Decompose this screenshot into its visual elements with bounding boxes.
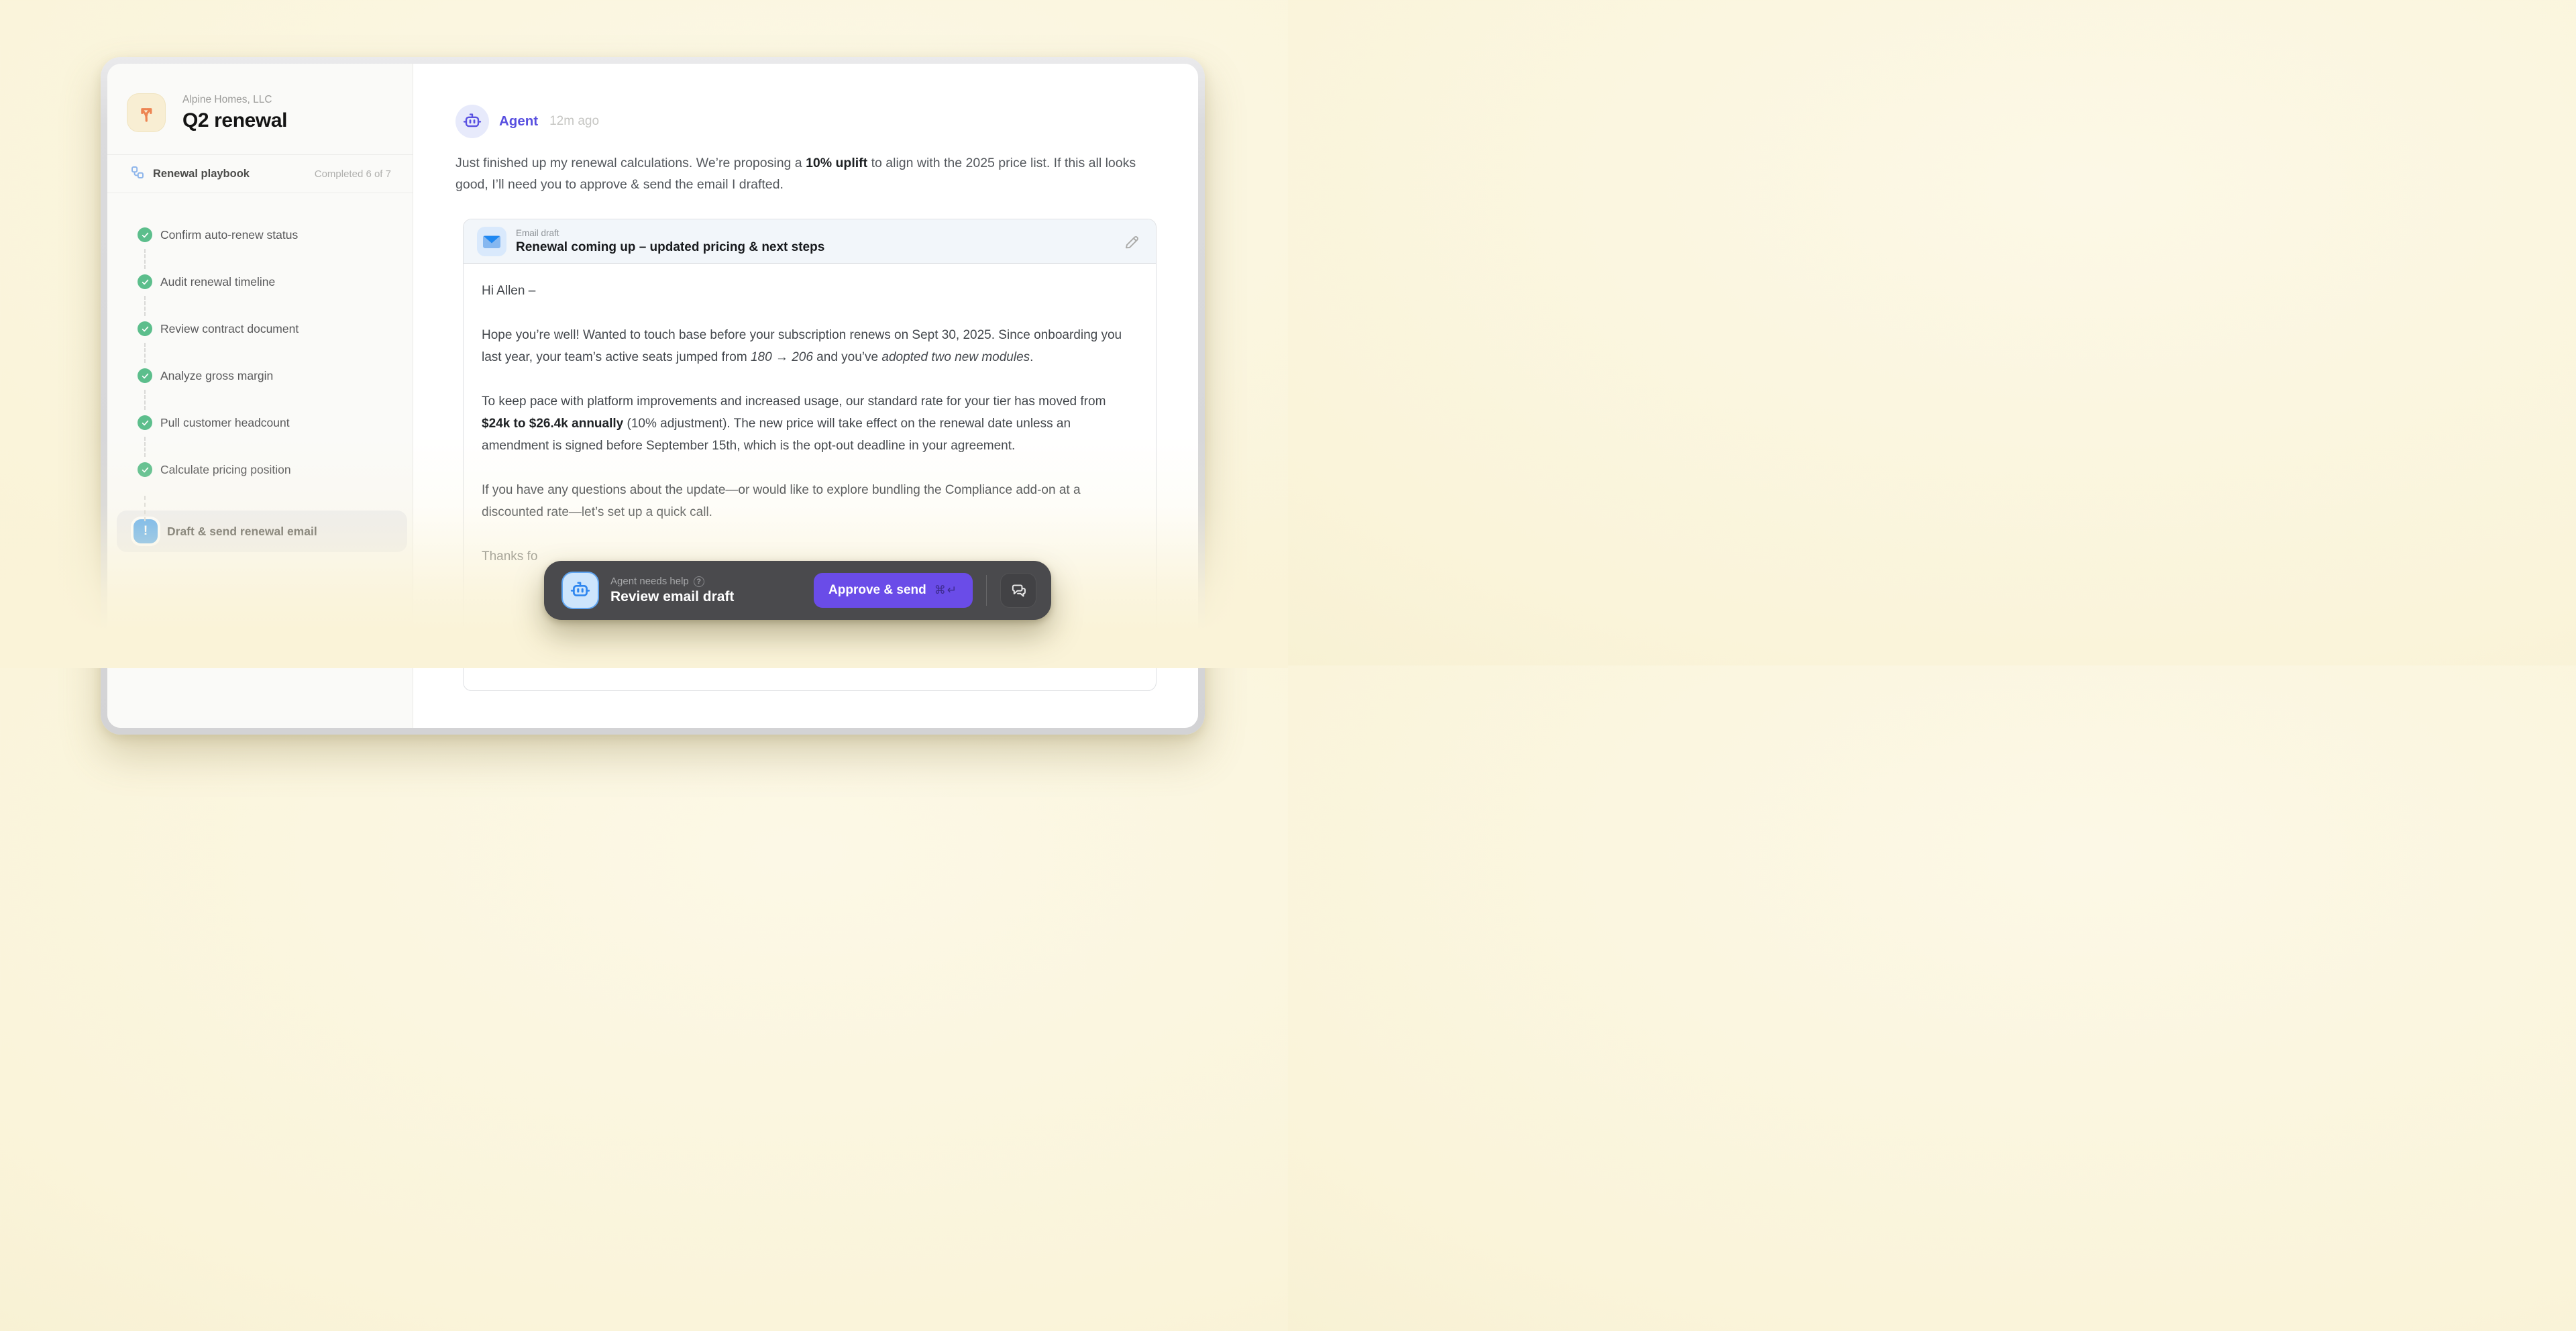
open-chat-button[interactable] — [1000, 573, 1036, 608]
action-bar-texts: Agent needs help ? Review email draft — [610, 576, 734, 605]
check-circle-icon — [138, 368, 152, 383]
task-label: Confirm auto-renew status — [160, 228, 298, 242]
agent-avatar — [455, 105, 489, 138]
email-paragraph: Hi Allen – — [482, 280, 1136, 302]
task-item[interactable]: Confirm auto-renew status — [107, 211, 413, 258]
email-body: Hi Allen – Hope you’re well! Wanted to to… — [464, 264, 1156, 690]
sidebar: Alpine Homes, LLC Q2 renewal Renewal pla… — [107, 64, 413, 728]
split-arrow-icon — [127, 93, 166, 132]
workspace-header: Alpine Homes, LLC Q2 renewal — [107, 64, 413, 155]
chat-bubbles-icon — [1009, 581, 1028, 600]
main-content: Agent 12m ago Just finished up my renewa… — [413, 64, 1198, 728]
check-circle-icon — [138, 274, 152, 289]
check-circle-icon — [138, 415, 152, 430]
email-subject: Renewal coming up – updated pricing & ne… — [516, 240, 824, 255]
task-label: Pull customer headcount — [160, 416, 290, 430]
task-item-active[interactable]: ! Draft & send renewal email — [117, 511, 407, 552]
task-list: Confirm auto-renew status Audit renewal t… — [107, 193, 413, 552]
playbook-label: Renewal playbook — [153, 168, 250, 180]
help-circle-icon[interactable]: ? — [694, 576, 704, 587]
check-circle-icon — [138, 462, 152, 477]
task-label: Analyze gross margin — [160, 369, 273, 383]
task-item[interactable]: Audit renewal timeline — [107, 258, 413, 305]
agent-message-header: Agent 12m ago — [455, 105, 1167, 138]
playbook-progress: Completed 6 of 7 — [315, 168, 391, 180]
edit-draft-button[interactable] — [1120, 230, 1142, 253]
robot-icon — [561, 572, 599, 609]
desktop-background: Alpine Homes, LLC Q2 renewal Renewal pla… — [0, 0, 1288, 666]
email-draft-card: Email draft Renewal coming up – updated … — [463, 219, 1157, 691]
workflow-icon — [130, 165, 145, 183]
workspace-titles: Alpine Homes, LLC Q2 renewal — [182, 94, 287, 132]
robot-icon — [462, 111, 482, 131]
task-item[interactable]: Review contract document — [107, 305, 413, 352]
email-paragraph: Hope you’re well! Wanted to touch base b… — [482, 324, 1136, 368]
action-title: Review email draft — [610, 589, 734, 605]
email-paragraph: To keep pace with platform improvements … — [482, 390, 1136, 457]
task-label: Audit renewal timeline — [160, 275, 275, 289]
email-paragraph: If you have any questions about the upda… — [482, 479, 1136, 523]
alert-icon: ! — [133, 519, 158, 543]
envelope-icon — [477, 227, 506, 256]
playbook-header[interactable]: Renewal playbook Completed 6 of 7 — [107, 155, 413, 193]
task-item[interactable]: Pull customer headcount — [107, 399, 413, 446]
email-header-texts: Email draft Renewal coming up – updated … — [516, 228, 824, 255]
keyboard-shortcut: ⌘↵ — [934, 584, 958, 597]
task-item[interactable]: Calculate pricing position — [107, 446, 413, 493]
email-card-header: Email draft Renewal coming up – updated … — [464, 219, 1156, 264]
task-label: Review contract document — [160, 322, 299, 336]
app-panel: Alpine Homes, LLC Q2 renewal Renewal pla… — [107, 64, 1198, 728]
task-item[interactable]: Analyze gross margin — [107, 352, 413, 399]
check-circle-icon — [138, 227, 152, 242]
message-timestamp: 12m ago — [549, 114, 599, 129]
agent-status: Agent needs help ? — [610, 576, 734, 587]
company-name: Alpine Homes, LLC — [182, 94, 287, 106]
agent-message-text: Just finished up my renewal calculations… — [455, 152, 1167, 195]
check-circle-icon — [138, 321, 152, 336]
approve-send-label: Approve & send — [828, 583, 926, 598]
bar-divider — [986, 575, 987, 606]
page-title: Q2 renewal — [182, 109, 287, 132]
app-window: Alpine Homes, LLC Q2 renewal Renewal pla… — [101, 57, 1205, 735]
agent-action-bar: Agent needs help ? Review email draft Ap… — [544, 561, 1051, 620]
task-label: Calculate pricing position — [160, 463, 291, 477]
pencil-icon — [1122, 233, 1140, 250]
task-label: Draft & send renewal email — [167, 525, 317, 539]
agent-status-label: Agent needs help — [610, 576, 689, 587]
approve-send-button[interactable]: Approve & send ⌘↵ — [814, 573, 973, 608]
agent-name: Agent — [499, 113, 538, 129]
email-kind-label: Email draft — [516, 228, 824, 238]
